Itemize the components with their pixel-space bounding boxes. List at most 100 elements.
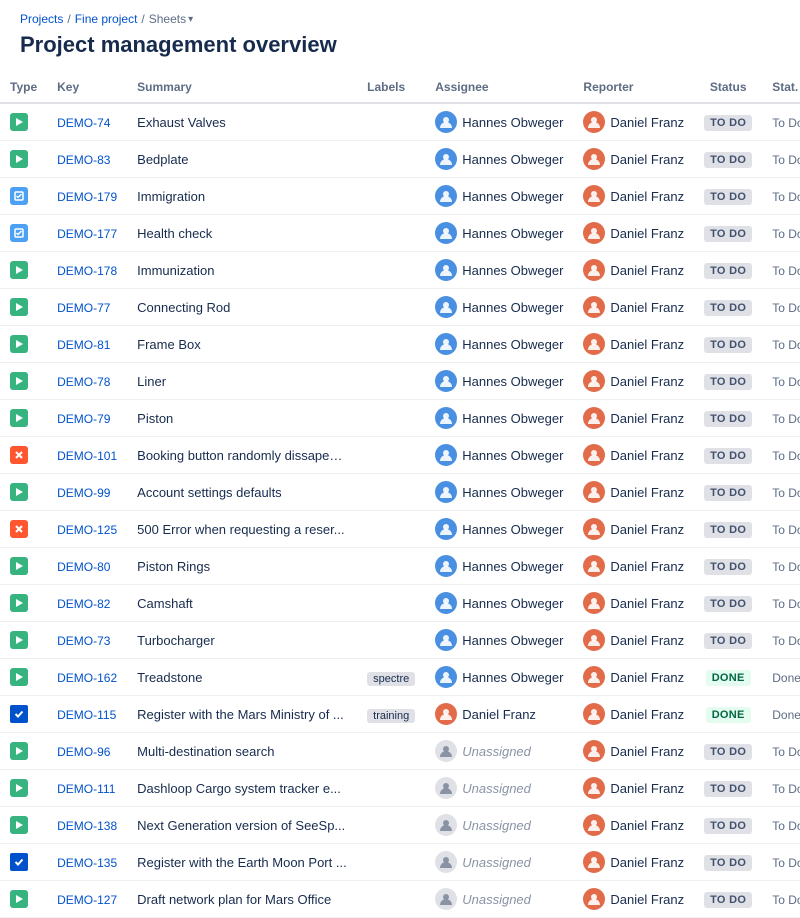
status-badge: TO DO xyxy=(704,744,752,760)
cell-labels xyxy=(357,141,425,178)
table-row[interactable]: DEMO-115 Register with the Mars Ministry… xyxy=(0,696,800,733)
avatar xyxy=(435,777,457,799)
col-header-status: Status xyxy=(694,72,762,103)
assignee-name: Hannes Obweger xyxy=(462,670,563,685)
summary-text: Booking button randomly dissapea... xyxy=(137,448,347,463)
issue-key-link[interactable]: DEMO-138 xyxy=(57,819,117,833)
table-row[interactable]: DEMO-80 Piston Rings Hannes Obweger Dani… xyxy=(0,548,800,585)
issue-key-link[interactable]: DEMO-80 xyxy=(57,560,110,574)
table-row[interactable]: DEMO-127 Draft network plan for Mars Off… xyxy=(0,881,800,918)
issue-key-link[interactable]: DEMO-101 xyxy=(57,449,117,463)
table-row[interactable]: DEMO-162 Treadstone spectre Hannes Obweg… xyxy=(0,659,800,696)
table-row[interactable]: DEMO-73 Turbocharger Hannes Obweger Dani… xyxy=(0,622,800,659)
cell-assignee: Hannes Obweger xyxy=(425,215,573,252)
cell-assignee: Hannes Obweger xyxy=(425,511,573,548)
table-row[interactable]: DEMO-99 Account settings defaults Hannes… xyxy=(0,474,800,511)
issue-key-link[interactable]: DEMO-125 xyxy=(57,523,117,537)
reporter-avatar xyxy=(583,148,605,170)
cell-status: DONE xyxy=(694,696,762,733)
issue-key-link[interactable]: DEMO-111 xyxy=(57,782,115,796)
issue-key-link[interactable]: DEMO-115 xyxy=(57,708,116,722)
cell-summary: Account settings defaults xyxy=(127,474,357,511)
stat2-text: To Do xyxy=(772,893,800,907)
table-row[interactable]: DEMO-79 Piston Hannes Obweger Daniel Fra… xyxy=(0,400,800,437)
summary-text: Frame Box xyxy=(137,337,347,352)
issue-key-link[interactable]: DEMO-177 xyxy=(57,227,117,241)
status-badge: TO DO xyxy=(704,189,752,205)
issue-key-link[interactable]: DEMO-77 xyxy=(57,301,110,315)
status-badge: TO DO xyxy=(704,522,752,538)
status-badge: TO DO xyxy=(704,855,752,871)
assignee-person: Hannes Obweger xyxy=(435,555,563,577)
cell-reporter: Daniel Franz xyxy=(573,770,694,807)
summary-text: Bedplate xyxy=(137,152,347,167)
issue-key-link[interactable]: DEMO-73 xyxy=(57,634,110,648)
cell-type xyxy=(0,400,47,437)
issue-key-link[interactable]: DEMO-99 xyxy=(57,486,110,500)
cell-stat2: To Do xyxy=(762,622,800,659)
issue-key-link[interactable]: DEMO-82 xyxy=(57,597,110,611)
table-row[interactable]: DEMO-178 Immunization Hannes Obweger Dan… xyxy=(0,252,800,289)
cell-summary: Liner xyxy=(127,363,357,400)
table-row[interactable]: DEMO-138 Next Generation version of SeeS… xyxy=(0,807,800,844)
breadcrumb-projects[interactable]: Projects xyxy=(20,12,63,26)
cell-labels xyxy=(357,585,425,622)
table-row[interactable]: DEMO-77 Connecting Rod Hannes Obweger Da… xyxy=(0,289,800,326)
stat2-text: Done xyxy=(772,671,800,685)
cell-stat2: To Do xyxy=(762,363,800,400)
issue-key-link[interactable]: DEMO-96 xyxy=(57,745,110,759)
breadcrumb-sep2: / xyxy=(141,12,144,26)
issue-key-link[interactable]: DEMO-81 xyxy=(57,338,110,352)
cell-assignee: Hannes Obweger xyxy=(425,178,573,215)
avatar xyxy=(435,370,457,392)
cell-assignee: Hannes Obweger xyxy=(425,252,573,289)
cell-stat2: To Do xyxy=(762,178,800,215)
issue-key-link[interactable]: DEMO-127 xyxy=(57,893,117,907)
table-row[interactable]: DEMO-125 500 Error when requesting a res… xyxy=(0,511,800,548)
table-row[interactable]: DEMO-96 Multi-destination search Unassig… xyxy=(0,733,800,770)
summary-text: Dashloop Cargo system tracker e... xyxy=(137,781,347,796)
table-row[interactable]: DEMO-179 Immigration Hannes Obweger Dani… xyxy=(0,178,800,215)
assignee-name: Hannes Obweger xyxy=(462,115,563,130)
reporter-avatar xyxy=(583,481,605,503)
issue-key-link[interactable]: DEMO-135 xyxy=(57,856,117,870)
cell-stat2: To Do xyxy=(762,252,800,289)
reporter-name: Daniel Franz xyxy=(610,892,684,907)
type-story-icon xyxy=(10,335,28,353)
table-row[interactable]: DEMO-177 Health check Hannes Obweger Dan… xyxy=(0,215,800,252)
assignee-name: Hannes Obweger xyxy=(462,596,563,611)
cell-reporter: Daniel Franz xyxy=(573,289,694,326)
issue-key-link[interactable]: DEMO-178 xyxy=(57,264,117,278)
issue-key-link[interactable]: DEMO-74 xyxy=(57,116,110,130)
cell-summary: Piston xyxy=(127,400,357,437)
issue-key-link[interactable]: DEMO-162 xyxy=(57,671,117,685)
table-row[interactable]: DEMO-81 Frame Box Hannes Obweger Daniel … xyxy=(0,326,800,363)
cell-key: DEMO-78 xyxy=(47,363,127,400)
table-row[interactable]: DEMO-101 Booking button randomly dissape… xyxy=(0,437,800,474)
breadcrumb-sheets[interactable]: Sheets ▾ xyxy=(149,12,193,26)
assignee-person: Hannes Obweger xyxy=(435,444,563,466)
assignee-person: Unassigned xyxy=(435,888,563,910)
type-task-icon xyxy=(10,224,28,242)
reporter-avatar xyxy=(583,629,605,651)
breadcrumb-fine-project[interactable]: Fine project xyxy=(75,12,138,26)
assignee-name: Hannes Obweger xyxy=(462,337,563,352)
cell-status: TO DO xyxy=(694,437,762,474)
stat2-text: To Do xyxy=(772,523,800,537)
issue-key-link[interactable]: DEMO-179 xyxy=(57,190,117,204)
issue-key-link[interactable]: DEMO-78 xyxy=(57,375,110,389)
table-row[interactable]: DEMO-78 Liner Hannes Obweger Daniel Fran… xyxy=(0,363,800,400)
table-row[interactable]: DEMO-82 Camshaft Hannes Obweger Daniel F… xyxy=(0,585,800,622)
reporter-person: Daniel Franz xyxy=(583,592,684,614)
status-badge: TO DO xyxy=(704,596,752,612)
page-header: Projects / Fine project / Sheets ▾ Proje… xyxy=(0,0,800,72)
breadcrumb-sep1: / xyxy=(67,12,70,26)
cell-summary: Health check xyxy=(127,215,357,252)
table-row[interactable]: DEMO-83 Bedplate Hannes Obweger Daniel F… xyxy=(0,141,800,178)
table-row[interactable]: DEMO-111 Dashloop Cargo system tracker e… xyxy=(0,770,800,807)
assignee-name: Hannes Obweger xyxy=(462,633,563,648)
table-row[interactable]: DEMO-74 Exhaust Valves Hannes Obweger Da… xyxy=(0,103,800,141)
issue-key-link[interactable]: DEMO-79 xyxy=(57,412,110,426)
table-row[interactable]: DEMO-135 Register with the Earth Moon Po… xyxy=(0,844,800,881)
issue-key-link[interactable]: DEMO-83 xyxy=(57,153,110,167)
